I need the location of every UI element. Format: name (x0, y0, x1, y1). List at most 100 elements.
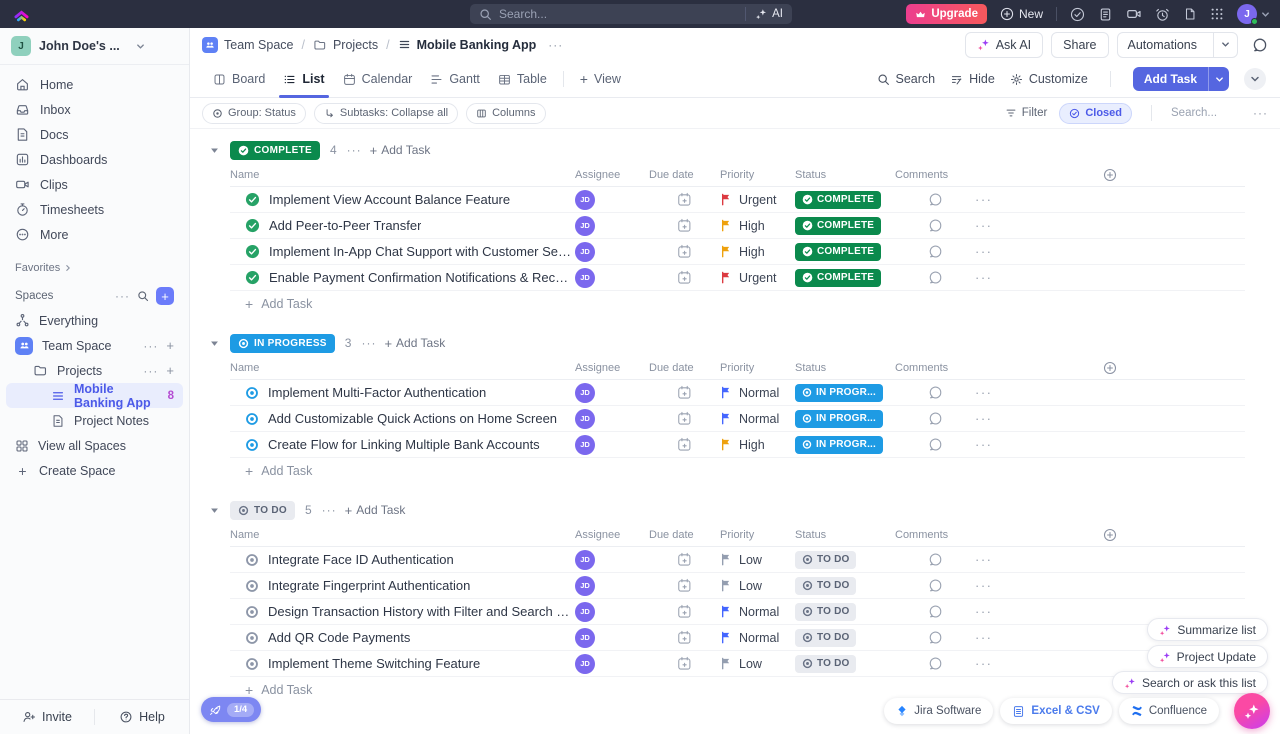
comments-cell[interactable] (895, 630, 975, 645)
column-header-assignee[interactable]: Assignee (575, 529, 649, 541)
task-status-badge[interactable]: COMPLETE (795, 217, 881, 235)
due-date-cell[interactable] (649, 385, 720, 400)
task-row[interactable]: Enable Payment Confirmation Notification… (230, 265, 1245, 291)
due-date-cell[interactable] (649, 437, 720, 452)
add-column-icon[interactable] (975, 528, 1245, 542)
task-status-icon[interactable] (245, 218, 260, 233)
confluence-button[interactable]: Confluence (1119, 698, 1219, 724)
priority-cell[interactable]: Low (720, 657, 795, 671)
priority-cell[interactable]: Normal (720, 386, 795, 400)
task-status-badge[interactable]: TO DO (795, 551, 856, 569)
group-status-badge[interactable]: COMPLETE (230, 141, 320, 160)
column-header-name[interactable]: Name (230, 362, 575, 374)
due-date-cell[interactable] (649, 218, 720, 233)
group-add-task-button[interactable]: +Add Task (384, 336, 445, 351)
comments-cell[interactable] (895, 411, 975, 426)
assignee-avatar[interactable]: JD (575, 654, 595, 674)
comments-cell[interactable] (895, 552, 975, 567)
assignee-avatar[interactable]: JD (575, 242, 595, 262)
sidebar-item-home[interactable]: Home (6, 72, 183, 97)
breadcrumb-projects[interactable]: Projects (313, 38, 378, 52)
task-row[interactable]: Implement Theme Switching FeatureJDLowTO… (230, 651, 1245, 677)
assignee-avatar[interactable]: JD (575, 435, 595, 455)
sidebar-item-create-space[interactable]: + Create Space (6, 458, 183, 483)
comments-cell[interactable] (895, 385, 975, 400)
assignee-avatar[interactable]: JD (575, 409, 595, 429)
due-date-cell[interactable] (649, 244, 720, 259)
column-header-priority[interactable]: Priority (720, 362, 795, 374)
search-or-ask-button[interactable]: Search or ask this list (1112, 671, 1268, 694)
ai-assistant-button[interactable] (1234, 693, 1270, 729)
column-header-due-date[interactable]: Due date (649, 169, 720, 181)
due-date-cell[interactable] (649, 411, 720, 426)
breadcrumb-team-space[interactable]: Team Space (202, 37, 293, 53)
tab-table[interactable]: Table (489, 61, 556, 97)
task-status-badge[interactable]: IN PROGR... (795, 410, 883, 428)
hide-button[interactable]: Hide (950, 72, 995, 86)
excel-csv-button[interactable]: Excel & CSV (1000, 698, 1111, 724)
comments-cell[interactable] (895, 218, 975, 233)
task-menu-icon[interactable]: ··· (975, 411, 1245, 426)
assignee-avatar[interactable]: JD (575, 268, 595, 288)
subtasks-pill[interactable]: Subtasks: Collapse all (314, 103, 458, 124)
user-avatar[interactable]: J (1237, 4, 1257, 24)
due-date-cell[interactable] (649, 656, 720, 671)
priority-cell[interactable]: Normal (720, 605, 795, 619)
priority-cell[interactable]: High (720, 438, 795, 452)
task-row[interactable]: Implement In-App Chat Support with Custo… (230, 239, 1245, 265)
favorites-section[interactable]: Favorites (15, 262, 174, 274)
sidebar-item-more[interactable]: More (6, 222, 183, 247)
automations-button[interactable]: Automations (1117, 32, 1238, 58)
add-task-row[interactable]: +Add Task (230, 458, 1245, 484)
closed-toggle[interactable]: Closed (1059, 103, 1132, 124)
task-status-icon[interactable] (245, 192, 260, 207)
summarize-list-button[interactable]: Summarize list (1147, 618, 1268, 641)
jira-software-button[interactable]: Jira Software (884, 698, 993, 724)
task-status-icon[interactable] (245, 605, 259, 619)
group-status-badge[interactable]: IN PROGRESS (230, 334, 335, 353)
avatar-chevron-icon[interactable] (1261, 10, 1270, 19)
help-button[interactable]: Help (95, 700, 189, 734)
task-row[interactable]: Design Transaction History with Filter a… (230, 599, 1245, 625)
task-status-icon[interactable] (245, 438, 259, 452)
priority-cell[interactable]: Low (720, 553, 795, 567)
task-status-icon[interactable] (245, 270, 260, 285)
due-date-cell[interactable] (649, 270, 720, 285)
comments-cell[interactable] (895, 656, 975, 671)
projects-menu-icon[interactable]: ··· (143, 365, 158, 377)
sidebar-item-dashboards[interactable]: Dashboards (6, 147, 183, 172)
add-task-button[interactable]: Add Task (1133, 67, 1229, 91)
spaces-search-icon[interactable] (137, 290, 149, 302)
spaces-menu-icon[interactable]: ··· (115, 290, 130, 302)
task-row[interactable]: Implement View Account Balance FeatureJD… (230, 187, 1245, 213)
apps-grid-icon[interactable] (1210, 7, 1224, 21)
assignee-avatar[interactable]: JD (575, 383, 595, 403)
assignee-avatar[interactable]: JD (575, 190, 595, 210)
due-date-cell[interactable] (649, 604, 720, 619)
new-button[interactable]: New (1000, 7, 1043, 21)
group-menu-icon[interactable]: ··· (347, 144, 362, 156)
collapse-group-icon[interactable] (206, 339, 222, 348)
customize-button[interactable]: Customize (1010, 72, 1088, 86)
project-update-button[interactable]: Project Update (1147, 645, 1268, 668)
task-status-badge[interactable]: IN PROGR... (795, 436, 883, 454)
task-menu-icon[interactable]: ··· (975, 218, 1245, 233)
add-space-button[interactable]: + (156, 287, 174, 305)
assignee-avatar[interactable]: JD (575, 576, 595, 596)
sidebar-item-clips[interactable]: Clips (6, 172, 183, 197)
comments-cell[interactable] (895, 578, 975, 593)
group-by-pill[interactable]: Group: Status (202, 103, 306, 124)
todo-check-icon[interactable] (1070, 7, 1085, 22)
list-filter-search[interactable]: Search... (1171, 107, 1241, 119)
task-status-icon[interactable] (245, 553, 259, 567)
due-date-cell[interactable] (649, 630, 720, 645)
collapse-header-button[interactable] (1244, 68, 1266, 90)
task-menu-icon[interactable]: ··· (975, 578, 1245, 593)
share-button[interactable]: Share (1051, 32, 1108, 58)
due-date-cell[interactable] (649, 192, 720, 207)
column-header-name[interactable]: Name (230, 169, 575, 181)
assignee-avatar[interactable]: JD (575, 628, 595, 648)
task-menu-icon[interactable]: ··· (975, 270, 1245, 285)
task-status-badge[interactable]: TO DO (795, 577, 856, 595)
column-header-comments[interactable]: Comments (895, 362, 975, 374)
